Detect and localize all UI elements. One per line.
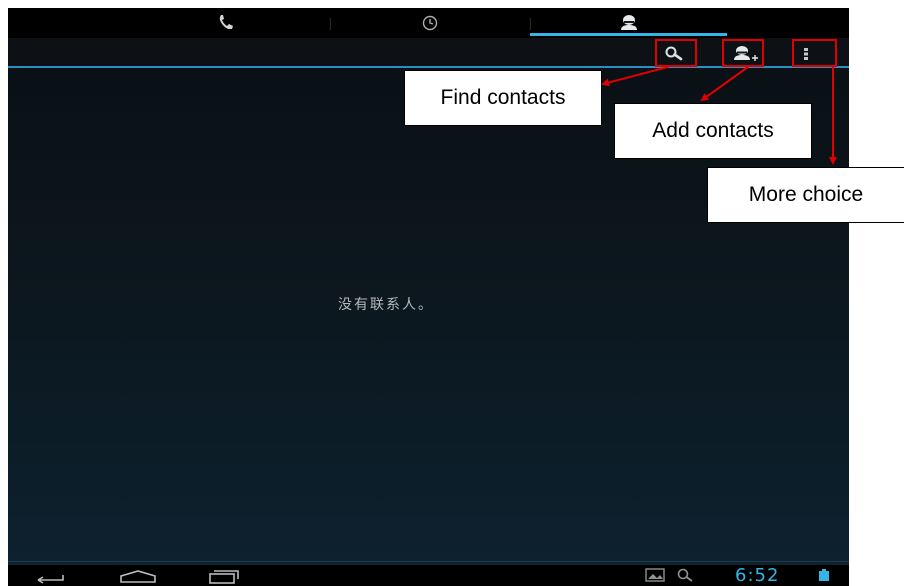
person-icon	[620, 15, 637, 30]
overflow-highlight-box	[792, 39, 837, 67]
recent-apps-icon	[209, 570, 239, 584]
battery-indicator	[818, 568, 830, 582]
search-highlight-box	[655, 39, 697, 67]
clock-icon	[422, 15, 438, 31]
battery-icon	[819, 569, 829, 581]
add-contacts-callout: Add contacts	[614, 103, 812, 159]
find-contacts-callout: Find contacts	[404, 70, 602, 126]
phone-icon	[219, 15, 233, 29]
add-contact-highlight-box	[722, 39, 764, 67]
tab-recent[interactable]	[330, 8, 530, 38]
system-bar: 6:52	[8, 565, 849, 586]
back-icon	[37, 575, 64, 584]
back-button[interactable]	[33, 568, 67, 584]
tab-selected-indicator	[530, 33, 727, 36]
more-choice-callout: More choice	[707, 167, 904, 223]
recent-apps-button[interactable]	[206, 568, 242, 584]
home-icon	[120, 570, 156, 583]
gallery-icon	[645, 568, 665, 582]
search-notification[interactable]	[676, 568, 696, 582]
status-clock: 6:52	[735, 565, 780, 586]
search-icon	[677, 568, 693, 582]
home-button[interactable]	[118, 568, 158, 584]
empty-contacts-message: 没有联系人。	[338, 297, 434, 313]
gallery-notification[interactable]	[645, 568, 665, 582]
tab-bar	[8, 8, 849, 38]
tab-phone[interactable]	[128, 8, 328, 38]
bottom-divider	[8, 561, 849, 562]
